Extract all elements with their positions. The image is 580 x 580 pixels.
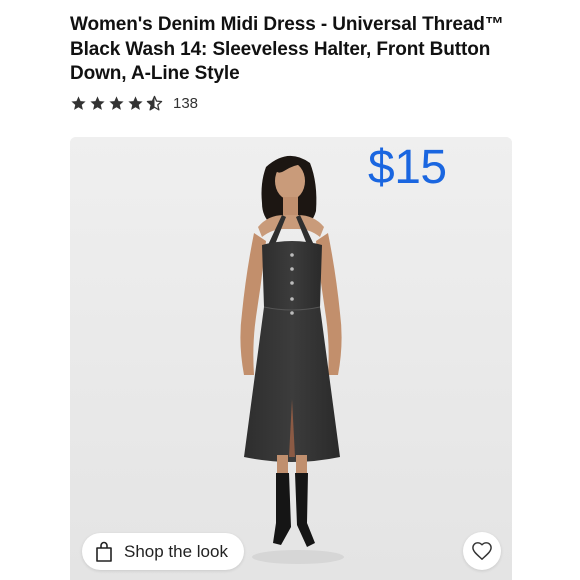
price-label: $15	[368, 141, 447, 194]
heart-outline-icon	[472, 542, 492, 560]
rating-row[interactable]: 138	[70, 92, 198, 114]
star-full-icon	[71, 95, 86, 110]
star-full-icon	[128, 95, 143, 110]
star-full-icon	[90, 95, 105, 110]
product-image-card[interactable]	[70, 137, 512, 580]
shopping-bag-icon	[96, 541, 112, 562]
shop-the-look-button[interactable]: Shop the look	[82, 533, 244, 570]
rating-count: 138	[173, 94, 199, 112]
rating-stars	[70, 95, 163, 112]
product-photo	[70, 137, 512, 580]
product-title: Women's Denim Midi Dress - Universal Thr…	[70, 14, 504, 84]
star-full-icon	[109, 95, 124, 110]
favorite-button[interactable]	[463, 532, 501, 570]
star-half-icon	[146, 95, 163, 111]
shop-the-look-label: Shop the look	[124, 541, 228, 561]
